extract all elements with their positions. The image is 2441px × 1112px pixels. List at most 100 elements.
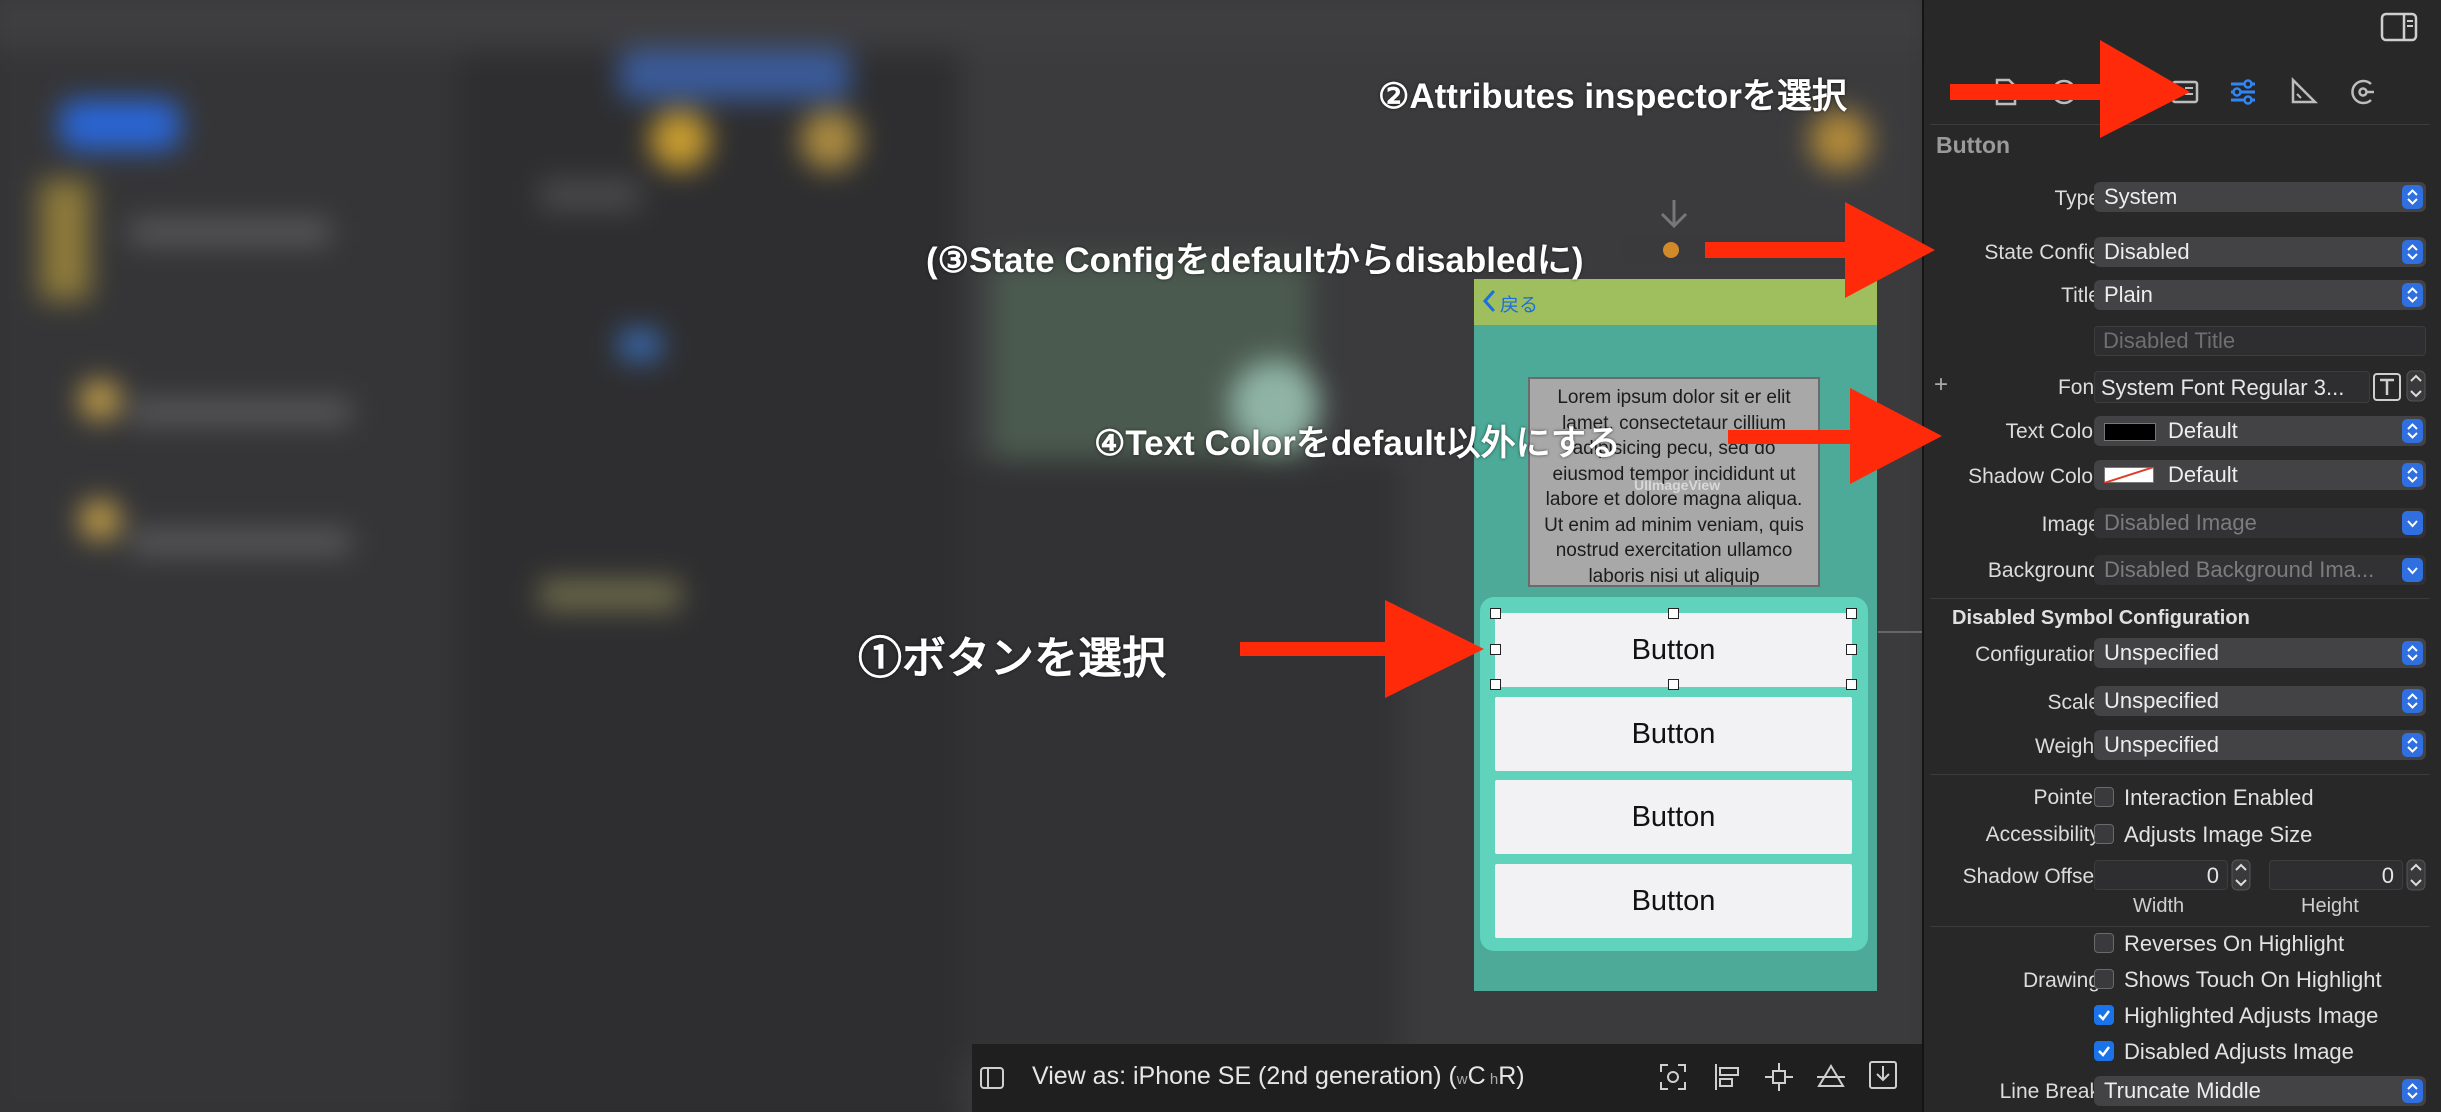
reverses-on-highlight-label: Reverses On Highlight [2124, 931, 2345, 956]
add-constraints-icon[interactable] [1764, 1062, 1794, 1092]
scene-dock[interactable] [1622, 236, 1852, 264]
text-label-box[interactable]: Lorem ipsum dolor sit er elit lamet, con… [1528, 377, 1820, 587]
title-value: Plain [2104, 282, 2153, 307]
line-break-popup[interactable]: Truncate Middle [2094, 1076, 2426, 1106]
button-3[interactable]: Button [1495, 780, 1852, 854]
weight-label: Weight [2035, 735, 2100, 758]
title-popup[interactable]: Plain [2094, 280, 2426, 310]
disabled-title-field[interactable]: Disabled Title [2094, 326, 2426, 356]
zoom-to-fit-icon[interactable] [1658, 1062, 1688, 1092]
annotation-step-3: (③State Configをdefaultからdisabledに) [926, 241, 1584, 280]
state-config-popup[interactable]: Disabled [2094, 237, 2426, 267]
tab-divider [1930, 124, 2430, 125]
configuration-popup[interactable]: Unspecified [2094, 638, 2426, 668]
text-color-popup[interactable]: Default [2094, 416, 2426, 446]
text-color-swatch [2104, 423, 2156, 441]
font-value: System Font Regular 3... [2101, 375, 2345, 400]
shadow-offset-height-field[interactable]: 0 [2269, 860, 2403, 890]
identity-inspector-icon[interactable] [2165, 72, 2205, 112]
chevron-left-icon [1482, 290, 1495, 312]
chevron-down-icon [2402, 511, 2423, 535]
popup-chevron-icon [2402, 240, 2423, 264]
imageview-label: UIImageView [1634, 477, 1721, 493]
font-field[interactable]: System Font Regular 3... [2094, 371, 2370, 403]
reverses-on-highlight-checkbox[interactable] [2094, 933, 2114, 953]
disabled-adjusts-image-label: Disabled Adjusts Image [2124, 1039, 2354, 1064]
size-class-h: h [1489, 1071, 1499, 1088]
view-as-device-button[interactable]: View as: iPhone SE (2nd generation) (wC … [1032, 1062, 1525, 1091]
align-icon[interactable] [1712, 1062, 1742, 1092]
scale-value: Unspecified [2104, 688, 2219, 713]
width-stepper-icon[interactable] [2231, 859, 2251, 891]
text-color-label: Text Color [2005, 420, 2100, 443]
button-1-selected[interactable]: Button [1495, 613, 1852, 687]
popup-chevron-icon [2402, 463, 2423, 487]
shadow-color-popup[interactable]: Default [2094, 460, 2426, 490]
toggle-inspector-icon[interactable] [2380, 12, 2418, 42]
image-label: Image [2041, 513, 2100, 536]
size-inspector-icon[interactable] [2283, 72, 2323, 112]
highlighted-adjusts-image-checkbox[interactable] [2094, 1005, 2114, 1025]
popup-chevron-icon [2402, 689, 2423, 713]
popup-chevron-icon [2402, 733, 2423, 757]
popup-chevron-icon [2402, 185, 2423, 209]
scale-popup[interactable]: Unspecified [2094, 686, 2426, 716]
resize-handle[interactable] [1846, 608, 1857, 619]
shadow-offset-label: Shadow Offset [1962, 865, 2100, 888]
file-inspector-icon[interactable] [1985, 72, 2025, 112]
back-label: 戻る [1500, 295, 1539, 316]
popup-chevron-icon [2402, 641, 2423, 665]
popup-chevron-icon [2402, 419, 2423, 443]
resize-handle[interactable] [1668, 608, 1679, 619]
weight-popup[interactable]: Unspecified [2094, 730, 2426, 760]
size-class-c: C [1467, 1062, 1486, 1090]
shows-touch-on-highlight-label: Shows Touch On Highlight [2124, 967, 2382, 992]
resolve-layout-icon[interactable] [1816, 1062, 1846, 1092]
type-value: System [2104, 184, 2178, 209]
resize-handle[interactable] [1846, 679, 1857, 690]
image-combo[interactable]: Disabled Image [2094, 508, 2426, 538]
height-stepper-icon[interactable] [2406, 859, 2426, 891]
image-value: Disabled Image [2104, 510, 2257, 535]
adjusts-image-size-checkbox[interactable] [2094, 824, 2114, 844]
entry-point-arrow-icon [1660, 200, 1688, 229]
resize-handle[interactable] [1846, 644, 1857, 655]
line-break-label: Line Break [1999, 1080, 2100, 1103]
resize-handle[interactable] [1490, 644, 1501, 655]
attributes-inspector-icon[interactable] [2223, 72, 2263, 112]
view-as-label: View as: iPhone SE (2nd generation) ( [1032, 1062, 1457, 1090]
size-class-r: R) [1498, 1062, 1525, 1090]
canvas-bottom-bar: View as: iPhone SE (2nd generation) (wC … [972, 1044, 1922, 1112]
popup-chevron-icon [2402, 1079, 2423, 1103]
drawing-label: Drawing [2022, 969, 2100, 992]
text-color-value: Default [2168, 418, 2238, 443]
add-font-variation-button[interactable]: + [1934, 371, 1948, 399]
popup-chevron-icon [2402, 283, 2423, 307]
shows-touch-on-highlight-checkbox[interactable] [2094, 969, 2114, 989]
resize-handle[interactable] [1490, 679, 1501, 690]
iphone-scene[interactable]: 戻る Lorem ipsum dolor sit er elit lamet, … [1473, 278, 1878, 992]
connections-inspector-icon[interactable] [2343, 72, 2383, 112]
interaction-enabled-checkbox[interactable] [2094, 787, 2114, 807]
font-picker-icon[interactable] [2373, 373, 2401, 401]
symbol-config-header: Disabled Symbol Configuration [1952, 607, 2250, 629]
shadow-offset-width-field[interactable]: 0 [2094, 860, 2228, 890]
toggle-outline-icon[interactable] [980, 1067, 1004, 1089]
disabled-adjusts-image-checkbox[interactable] [2094, 1041, 2114, 1061]
resize-handle[interactable] [1490, 608, 1501, 619]
history-inspector-icon[interactable] [2044, 72, 2084, 112]
no-color-swatch-icon [2104, 467, 2154, 483]
button-2[interactable]: Button [1495, 697, 1852, 771]
configuration-value: Unspecified [2104, 640, 2219, 665]
state-config-label: State Config [1984, 241, 2100, 264]
annotation-step-2: ②Attributes inspectorを選択 [1378, 77, 1847, 116]
background-combo[interactable]: Disabled Background Ima... [2094, 555, 2426, 585]
type-popup[interactable]: System [2094, 182, 2426, 212]
button-4[interactable]: Button [1495, 864, 1852, 938]
shadow-color-value: Default [2168, 462, 2238, 487]
interaction-enabled-label: Interaction Enabled [2124, 785, 2314, 810]
resize-handle[interactable] [1668, 679, 1679, 690]
font-size-stepper-icon[interactable] [2406, 370, 2426, 402]
shadow-color-label: Shadow Color [1968, 465, 2100, 488]
embed-in-icon[interactable] [1868, 1060, 1898, 1090]
